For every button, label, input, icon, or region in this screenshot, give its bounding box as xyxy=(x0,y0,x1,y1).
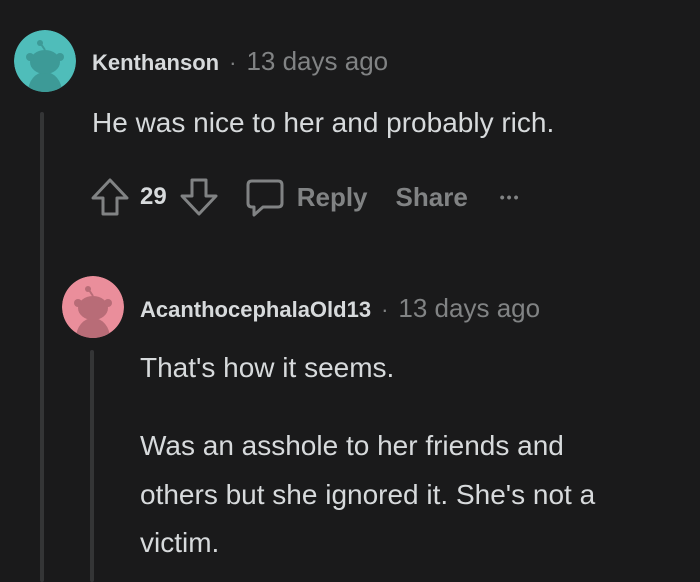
thread-line-1[interactable] xyxy=(40,112,44,582)
meta-separator: · xyxy=(229,50,237,75)
timestamp[interactable]: 13 days ago xyxy=(246,46,388,77)
comment-actions: 29 Reply Share ••• xyxy=(88,174,521,220)
share-button[interactable]: Share xyxy=(396,182,468,213)
username[interactable]: Kenthanson xyxy=(92,50,219,76)
comment-meta: Kenthanson · 13 days ago xyxy=(92,46,388,77)
comment-paragraph: others but she ignored it. She's not a xyxy=(140,479,596,510)
upvote-arrow-icon[interactable] xyxy=(88,175,132,219)
comment-paragraph: That's how it seems. xyxy=(140,352,395,383)
comment-paragraph: Was an asshole to her friends and xyxy=(140,430,564,461)
snoo-avatar-icon xyxy=(14,30,76,92)
comment-body: He was nice to her and probably rich. xyxy=(92,107,555,138)
snoo-avatar-icon xyxy=(62,276,124,338)
comment-paragraph: victim. xyxy=(140,527,220,558)
comment-bubble-icon xyxy=(246,179,284,217)
timestamp[interactable]: 13 days ago xyxy=(398,293,540,324)
more-options-icon[interactable]: ••• xyxy=(500,189,521,205)
vote-score: 29 xyxy=(140,183,167,210)
avatar[interactable] xyxy=(62,276,124,338)
thread-line-2[interactable] xyxy=(90,350,94,582)
comment-meta: AcanthocephalaOld13 · 13 days ago xyxy=(140,293,540,324)
reply-label: Reply xyxy=(296,181,368,212)
username[interactable]: AcanthocephalaOld13 xyxy=(140,297,371,323)
avatar[interactable] xyxy=(14,30,76,92)
downvote-arrow-icon[interactable] xyxy=(177,175,221,219)
reply-button[interactable]: Reply xyxy=(243,175,368,219)
meta-separator: · xyxy=(381,297,389,322)
